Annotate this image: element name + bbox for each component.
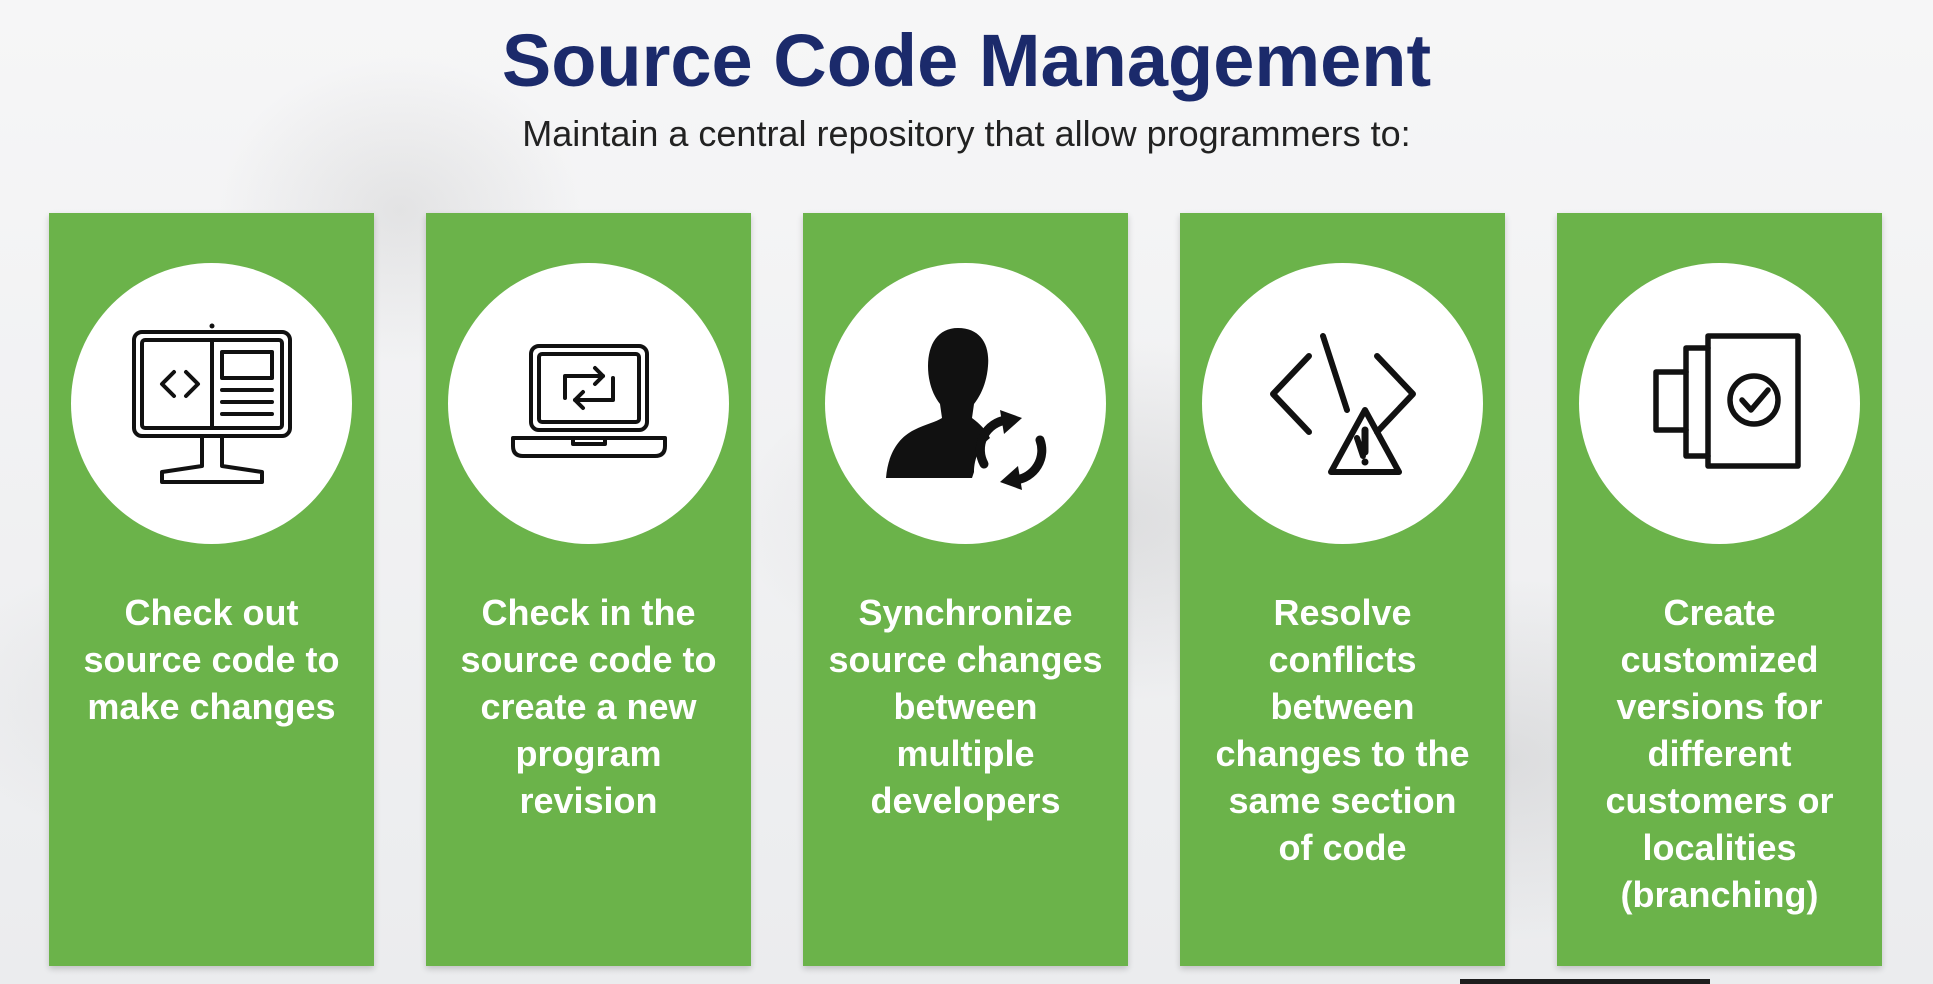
card-label: Check in the source code to create a new… <box>460 592 717 821</box>
decorative-bar <box>1460 979 1710 984</box>
card-check-out: Check out source code to make changes <box>49 213 374 966</box>
card-create-versions: Create customized versions for different… <box>1557 213 1882 966</box>
icon-circle <box>71 263 352 544</box>
icon-circle <box>1202 263 1483 544</box>
code-conflict-warning-icon <box>1269 332 1416 475</box>
document-version-check-icon <box>1652 332 1801 469</box>
page-title: Source Code Management <box>501 19 1432 102</box>
user-sync-icon <box>885 327 1046 490</box>
icon-circle <box>825 263 1106 544</box>
card-synchronize: Synchronize source changes between multi… <box>803 213 1128 966</box>
monitor-code-icon <box>131 323 292 484</box>
icon-circle <box>448 263 729 544</box>
laptop-sync-icon <box>510 343 667 458</box>
card-label: Check out source code to make changes <box>83 592 340 727</box>
page-subtitle: Maintain a central repository that allow… <box>522 113 1411 154</box>
card-resolve-conflicts: Resolve conflicts between changes to the… <box>1180 213 1505 966</box>
card-label: Create customized versions for different… <box>1605 592 1834 915</box>
card-check-in: Check in the source code to create a new… <box>426 213 751 966</box>
icon-circle <box>1579 263 1860 544</box>
feature-cards: Check out source code to make changes Ch… <box>49 213 1884 966</box>
card-label: Synchronize source changes between multi… <box>828 592 1103 821</box>
card-label: Resolve conflicts between changes to the… <box>1215 592 1470 868</box>
